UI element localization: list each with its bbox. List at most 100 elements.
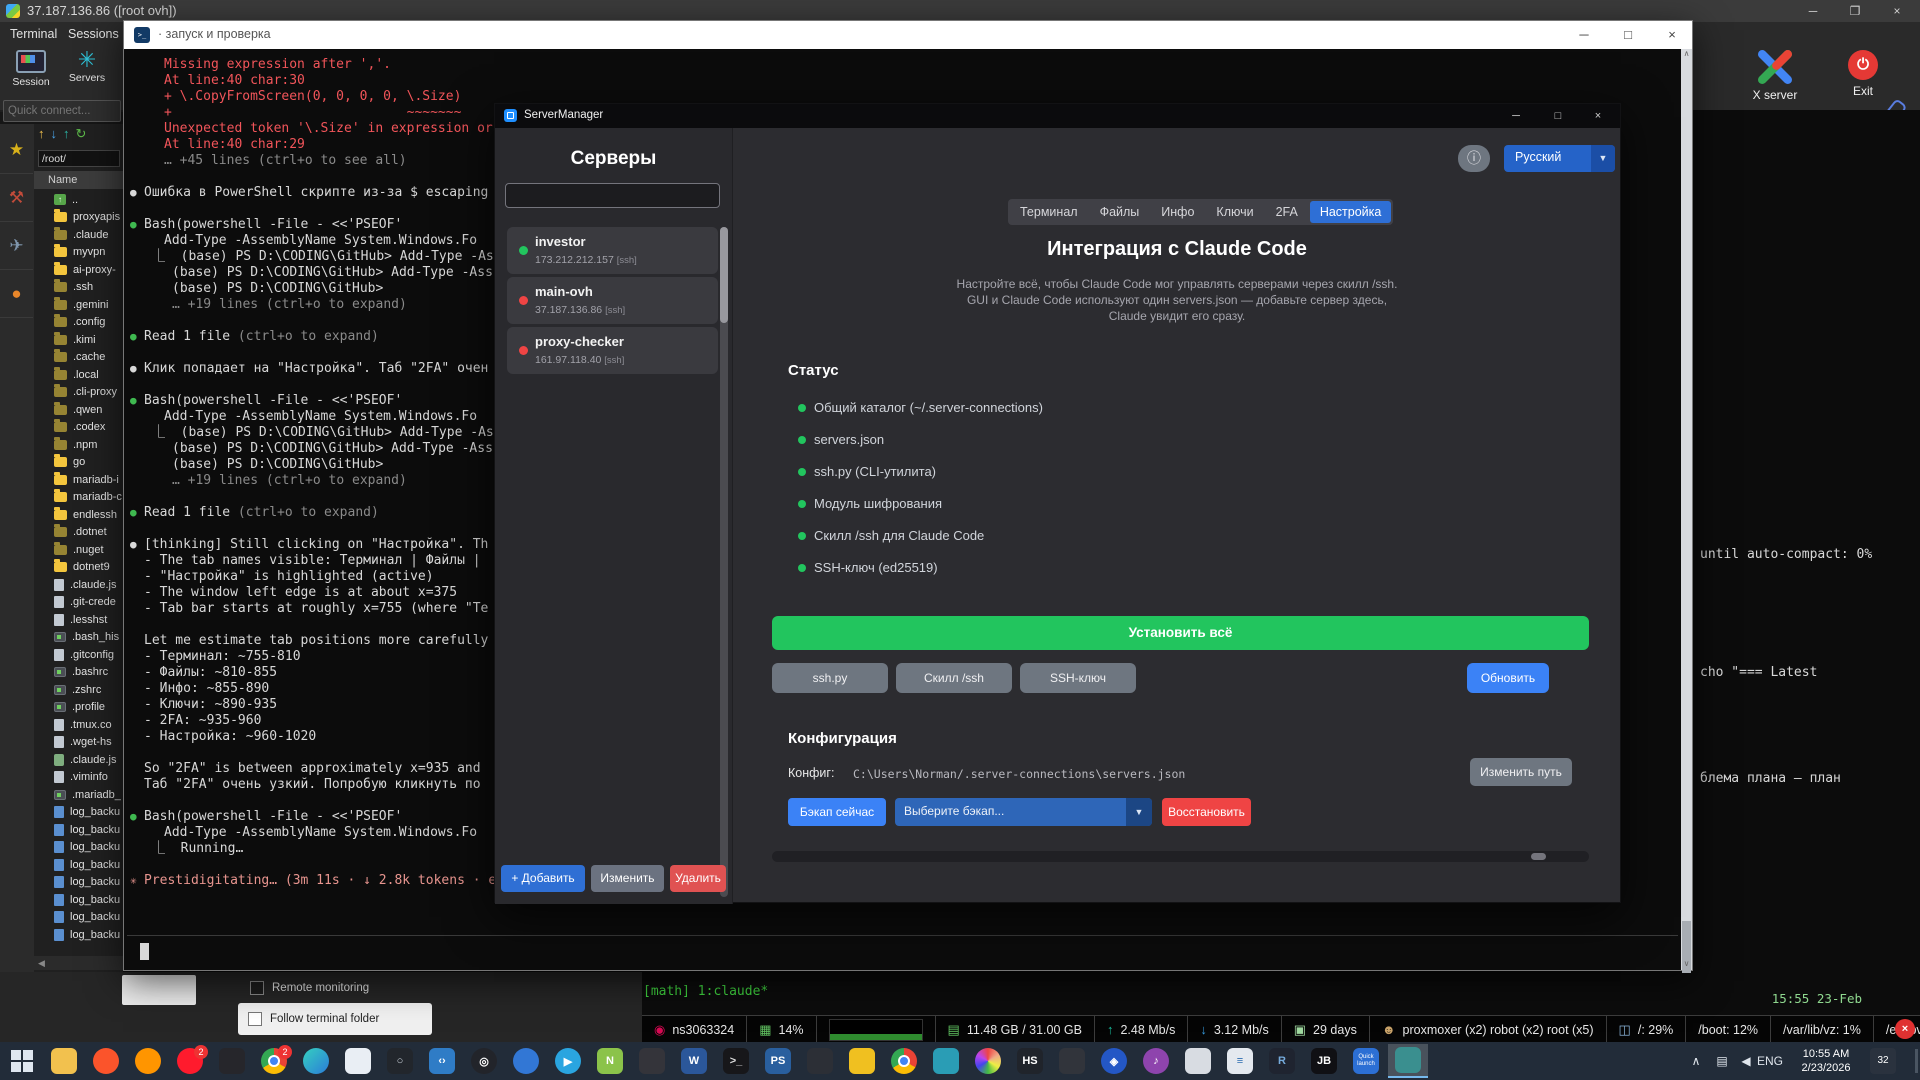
terminal-cursor[interactable]: [140, 943, 149, 960]
language-indicator[interactable]: ENG: [1756, 1042, 1784, 1080]
file-tree-item[interactable]: .viminfo: [34, 769, 123, 787]
taskbar-icon-ide-dark[interactable]: [212, 1044, 252, 1078]
file-tree[interactable]: ↑..proxyapis.claudemyvpnai-proxy-.ssh.ge…: [34, 191, 123, 956]
taskbar-icon-clock-app[interactable]: ○: [380, 1044, 420, 1078]
taskbar-icon-app-dark[interactable]: [632, 1044, 672, 1078]
terminal-scrollbar[interactable]: ∧ ∨: [1681, 49, 1692, 970]
notification-badge[interactable]: 32: [1870, 1048, 1896, 1074]
file-tree-item[interactable]: log_backu: [34, 804, 123, 822]
file-tree-item[interactable]: .claude.js: [34, 576, 123, 594]
file-tree-item[interactable]: log_backu: [34, 891, 123, 909]
tray-chevron-icon[interactable]: ∧: [1686, 1042, 1706, 1080]
taskbar-icon-vscode[interactable]: ‹›: [422, 1044, 462, 1078]
file-tree-item[interactable]: log_backu: [34, 856, 123, 874]
file-tree-item[interactable]: .cli-proxy: [34, 384, 123, 402]
taskbar-icon-jetbrains[interactable]: JB: [1304, 1044, 1344, 1078]
tab-Терминал[interactable]: Терминал: [1010, 201, 1088, 223]
tab-Настройка[interactable]: Настройка: [1310, 201, 1392, 223]
taskbar-icon-edge[interactable]: [296, 1044, 336, 1078]
file-tree-item[interactable]: .mariadb_: [34, 786, 123, 804]
file-tree-item[interactable]: .local: [34, 366, 123, 384]
maximize-icon[interactable]: □: [1608, 21, 1648, 49]
tab-Ключи[interactable]: Ключи: [1206, 201, 1263, 223]
path-input[interactable]: [38, 150, 120, 167]
folder-up-icon[interactable]: ↑: [38, 126, 45, 146]
clock[interactable]: 10:55 AM 2/23/2026: [1788, 1047, 1864, 1075]
server-search-input[interactable]: [505, 183, 720, 208]
monitoring-close-icon[interactable]: ×: [1895, 1019, 1915, 1039]
file-tree-item[interactable]: log_backu: [34, 909, 123, 927]
tab-2FA[interactable]: 2FA: [1266, 201, 1308, 223]
taskbar-icon-app-teal[interactable]: [926, 1044, 966, 1078]
file-tree-item[interactable]: .zshrc: [34, 681, 123, 699]
file-tree-item[interactable]: .config: [34, 314, 123, 332]
taskbar-icon-rstudio[interactable]: R: [1262, 1044, 1302, 1078]
scroll-down-icon[interactable]: ∨: [1681, 959, 1692, 968]
taskbar-icon-opera[interactable]: 2: [170, 1044, 210, 1078]
add-server-button[interactable]: + Добавить: [501, 865, 585, 892]
edit-server-button[interactable]: Изменить: [591, 865, 664, 892]
taskbar-icon-file-explorer[interactable]: [44, 1044, 84, 1078]
scrollbar-thumb[interactable]: [720, 227, 728, 323]
toolbar-session-button[interactable]: Session: [4, 48, 58, 106]
file-tree-item[interactable]: .kimi: [34, 331, 123, 349]
file-tree-item[interactable]: .lesshst: [34, 611, 123, 629]
quick-connect-input[interactable]: [3, 100, 121, 122]
restore-button[interactable]: Восстановить: [1162, 798, 1251, 826]
taskbar-icon-photos[interactable]: [968, 1044, 1008, 1078]
maximize-icon[interactable]: □: [1538, 104, 1578, 128]
file-tree-item[interactable]: go: [34, 454, 123, 472]
minimize-icon[interactable]: ─: [1496, 104, 1536, 128]
language-select[interactable]: Русский ▼: [1504, 145, 1615, 172]
taskbar-icon-word[interactable]: W: [674, 1044, 714, 1078]
file-tree-item[interactable]: endlessh: [34, 506, 123, 524]
taskbar-icon-cyberduck[interactable]: [842, 1044, 882, 1078]
file-tree-item[interactable]: dotnet9: [34, 559, 123, 577]
taskbar-icon-start[interactable]: [2, 1044, 42, 1078]
paper-plane-icon[interactable]: ✈: [0, 222, 33, 270]
taskbar-icon-notepad[interactable]: [338, 1044, 378, 1078]
refresh-icon[interactable]: ↻: [76, 126, 87, 146]
file-tree-item[interactable]: log_backu: [34, 821, 123, 839]
scroll-up-icon[interactable]: ∧: [1684, 49, 1690, 58]
file-tree-item[interactable]: .tmux.co: [34, 716, 123, 734]
taskbar-icon-app-doc[interactable]: ≡: [1220, 1044, 1260, 1078]
close-icon[interactable]: ×: [1880, 0, 1914, 22]
backup-select[interactable]: Выберите бэкап... ▼: [895, 798, 1152, 826]
upload-icon[interactable]: ↑: [63, 126, 70, 146]
taskbar-icon-cmd[interactable]: >_: [716, 1044, 756, 1078]
file-tree-item[interactable]: .wget-hs: [34, 734, 123, 752]
maximize-icon[interactable]: ❐: [1838, 0, 1872, 22]
refresh-button[interactable]: Обновить: [1467, 663, 1549, 693]
menu-terminal[interactable]: Terminal: [10, 27, 57, 41]
file-tree-item[interactable]: log_backu: [34, 926, 123, 944]
taskbar-icon-music-app[interactable]: ♪: [1136, 1044, 1176, 1078]
server-card-investor[interactable]: investor173.212.212.157 [ssh]: [507, 227, 718, 274]
file-panel-hscrollbar[interactable]: ◀: [34, 956, 123, 970]
horizontal-scrollbar[interactable]: [772, 851, 1589, 862]
x-server-button[interactable]: X server: [1740, 50, 1810, 112]
file-tree-item[interactable]: .dotnet: [34, 524, 123, 542]
file-tree-item[interactable]: ↑..: [34, 191, 123, 209]
follow-terminal-checkbox[interactable]: Follow terminal folder: [238, 1003, 432, 1035]
tab-Инфо[interactable]: Инфо: [1151, 201, 1204, 223]
server-list-scrollbar[interactable]: [720, 227, 728, 897]
minimize-icon[interactable]: ─: [1796, 0, 1830, 22]
minimize-icon[interactable]: ─: [1564, 21, 1604, 49]
taskbar-icon-app-dark-2[interactable]: [800, 1044, 840, 1078]
close-icon[interactable]: ×: [1578, 104, 1618, 128]
file-tree-item[interactable]: mariadb-c: [34, 489, 123, 507]
terminal-titlebar[interactable]: >_ · запуск и проверка ─ □ ×: [124, 21, 1692, 49]
file-tree-item[interactable]: .npm: [34, 436, 123, 454]
info-button[interactable]: ⓘ: [1458, 145, 1490, 172]
exit-button[interactable]: ⏻ Exit: [1828, 50, 1898, 112]
close-icon[interactable]: ×: [1652, 21, 1692, 49]
taskbar-icon-notepad-plus-plus[interactable]: N: [590, 1044, 630, 1078]
taskbar-icon-app-light[interactable]: [1178, 1044, 1218, 1078]
remote-monitoring-checkbox[interactable]: Remote monitoring: [250, 981, 369, 995]
download-icon[interactable]: ↓: [51, 126, 58, 146]
tab-Файлы[interactable]: Файлы: [1090, 201, 1150, 223]
taskbar-icon-powershell[interactable]: PS: [758, 1044, 798, 1078]
tools-icon[interactable]: ⚒: [0, 174, 33, 222]
favorites-star-icon[interactable]: ★: [0, 126, 33, 174]
